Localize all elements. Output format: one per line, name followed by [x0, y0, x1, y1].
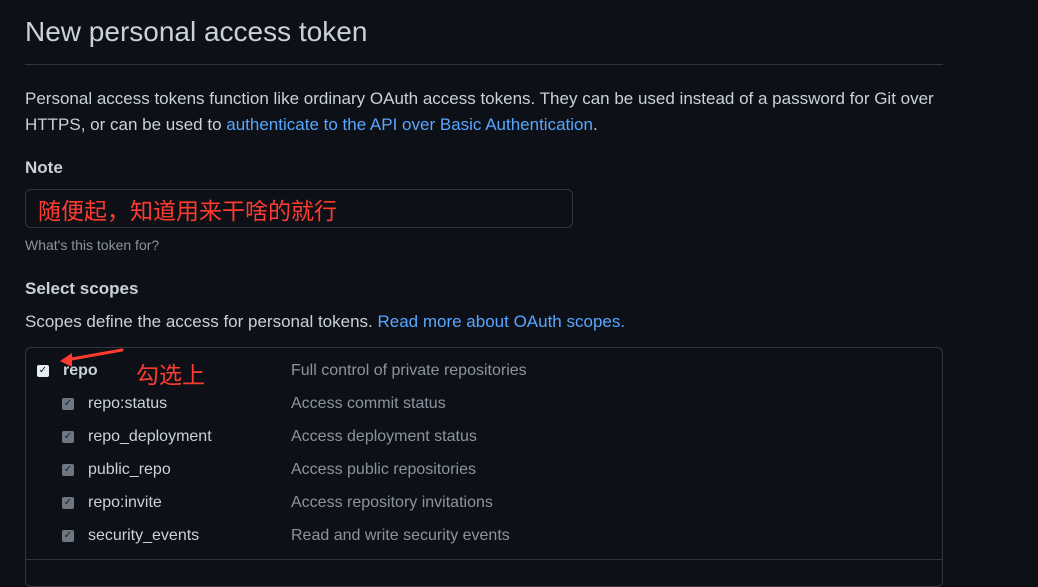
scope-checkbox-repo[interactable]: ✓: [37, 365, 49, 377]
intro-paragraph: Personal access tokens function like ord…: [25, 86, 943, 138]
scope-row-repo-status: ✓ repo:status: [62, 392, 167, 416]
title-divider: [25, 64, 943, 65]
scopes-description-text: Scopes define the access for personal to…: [25, 312, 378, 331]
scope-name-repo-deployment: repo_deployment: [88, 428, 212, 445]
scope-name-security-events: security_events: [88, 527, 200, 544]
scope-desc-security-events: Read and write security events: [291, 527, 510, 544]
scope-checkbox-repo-invite[interactable]: ✓: [62, 497, 74, 509]
note-label: Note: [25, 158, 63, 177]
note-input[interactable]: 随便起，知道用来干啥的就行: [25, 189, 573, 228]
scope-row-repo-invite: ✓ repo:invite: [62, 491, 162, 515]
intro-text-end: .: [592, 115, 598, 134]
scope-desc-repo-status: Access commit status: [291, 395, 446, 412]
scope-checkbox-public-repo[interactable]: ✓: [62, 464, 74, 476]
scope-name-repo-invite: repo:invite: [88, 494, 162, 511]
basic-auth-link[interactable]: authenticate to the API over Basic Authe…: [226, 115, 593, 134]
scopes-label: Select scopes: [25, 279, 139, 298]
note-input-value: 随便起，知道用来干啥的就行: [38, 198, 337, 225]
scope-desc-repo-invite: Access repository invitations: [291, 494, 493, 511]
scope-row-public-repo: ✓ public_repo: [62, 458, 171, 482]
oauth-scopes-link[interactable]: Read more about OAuth scopes.: [377, 312, 625, 331]
note-hint: What's this token for?: [25, 237, 160, 253]
scopes-description: Scopes define the access for personal to…: [25, 312, 625, 332]
scope-desc-repo: Full control of private repositories: [291, 362, 527, 379]
scope-row-security-events: ✓ security_events: [62, 524, 199, 548]
scope-desc-public-repo: Access public repositories: [291, 461, 476, 478]
scope-name-repo-status: repo:status: [88, 395, 168, 412]
scopes-list: ✓ repo Full control of private repositor…: [25, 347, 943, 587]
scope-name-public-repo: public_repo: [88, 461, 171, 478]
scope-checkbox-repo-deployment[interactable]: ✓: [62, 431, 74, 443]
annotation-arrow-icon: [60, 348, 124, 367]
scope-checkbox-security-events[interactable]: ✓: [62, 530, 74, 542]
scope-row-repo-deployment: ✓ repo_deployment: [62, 425, 212, 449]
annotation-label: 勾选上: [136, 363, 205, 389]
scope-checkbox-repo-status[interactable]: ✓: [62, 398, 74, 410]
page-title: New personal access token: [25, 16, 368, 47]
scope-group-divider: [26, 559, 942, 560]
scope-desc-repo-deployment: Access deployment status: [291, 428, 477, 445]
